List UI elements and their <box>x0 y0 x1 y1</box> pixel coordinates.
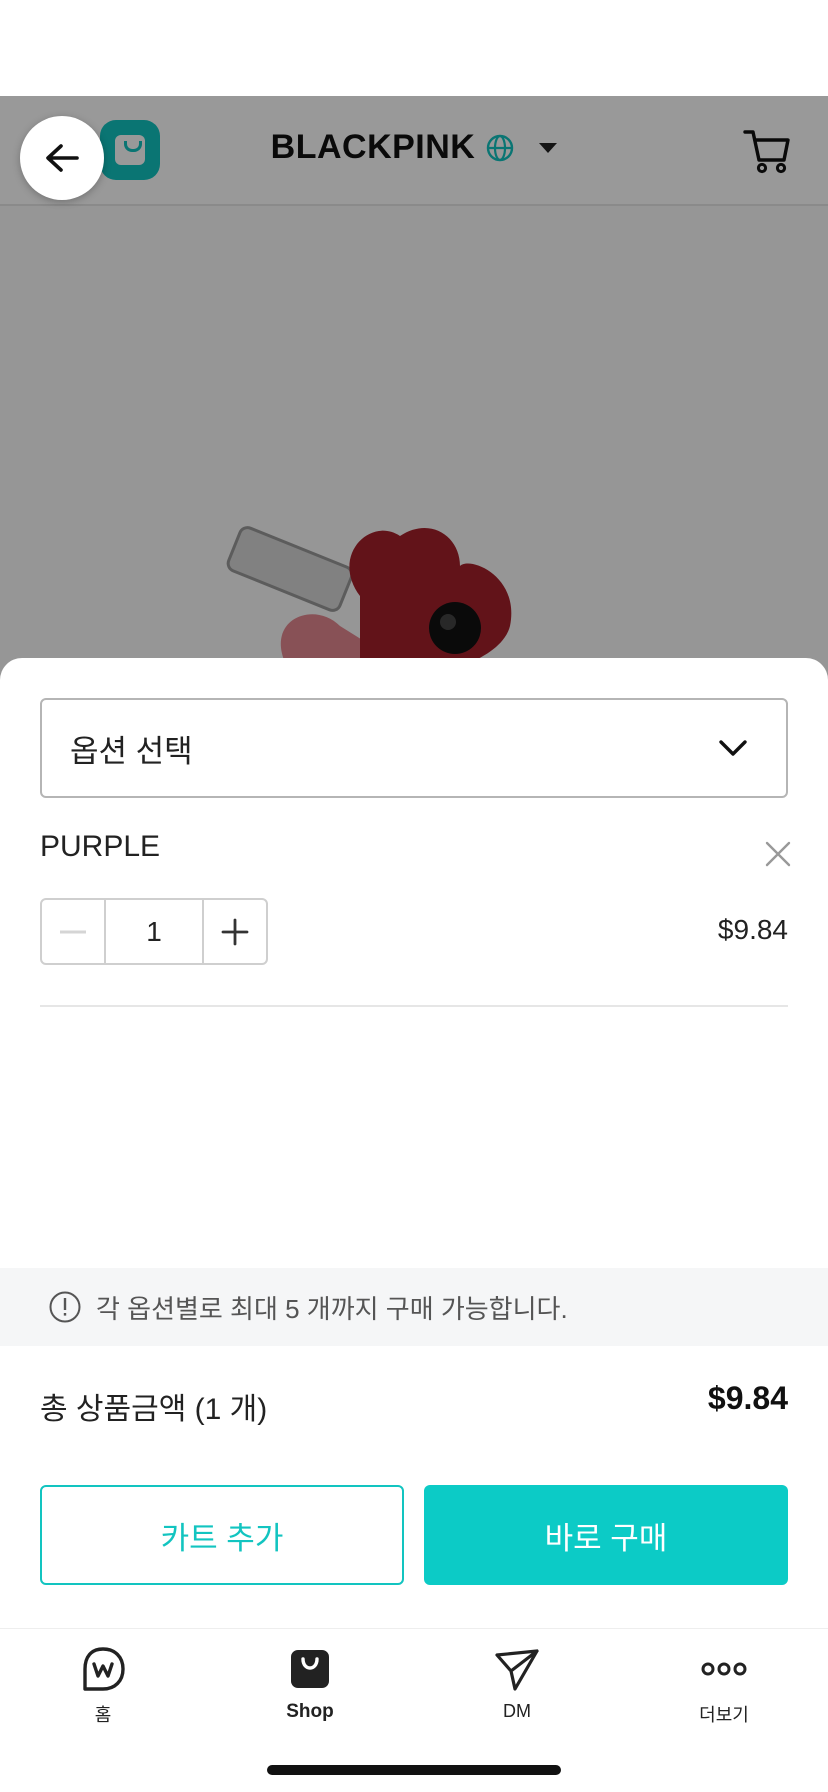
status-bar <box>0 0 828 96</box>
plus-icon <box>221 918 249 945</box>
option-select-label: 옵션 선택 <box>70 733 193 769</box>
tab-shop[interactable]: Shop <box>250 1645 370 1723</box>
total-row: 총 상품금액 (1 개) $9.84 <box>40 1378 788 1428</box>
tab-shop-label: Shop <box>286 1701 334 1722</box>
back-arrow-icon <box>46 144 79 172</box>
tab-more[interactable]: 더보기 <box>664 1645 784 1727</box>
decrease-quantity-button[interactable] <box>42 900 106 963</box>
add-to-cart-button[interactable]: 카트 추가 <box>40 1485 404 1585</box>
divider <box>40 1005 788 1007</box>
page: BLACKPINK 옵션 선택 PURPLE 1 $9.84 각 옵션별로 최대… <box>0 0 828 1792</box>
selected-option-name: PURPLE <box>40 830 161 863</box>
tab-home[interactable]: 홈 <box>43 1645 163 1727</box>
minus-icon <box>60 930 86 933</box>
quantity-value[interactable]: 1 <box>106 900 204 963</box>
paper-plane-icon <box>495 1649 539 1691</box>
chevron-down-icon <box>719 740 747 756</box>
back-button[interactable] <box>20 116 104 200</box>
more-dots-icon <box>701 1662 747 1676</box>
tab-more-label: 더보기 <box>699 1705 749 1725</box>
tab-home-label: 홈 <box>94 1705 112 1725</box>
buy-now-button[interactable]: 바로 구매 <box>424 1485 788 1585</box>
purchase-limit-notice: 각 옵션별로 최대 5 개까지 구매 가능합니다. <box>0 1268 828 1346</box>
home-indicator <box>267 1765 561 1775</box>
total-label: 총 상품금액 (1 개) <box>40 1393 268 1426</box>
option-select-dropdown[interactable]: 옵션 선택 <box>40 698 788 798</box>
tab-dm-label: DM <box>503 1701 531 1721</box>
purchase-limit-text: 각 옵션별로 최대 5 개까지 구매 가능합니다. <box>96 1293 568 1324</box>
info-icon <box>49 1291 81 1323</box>
quantity-stepper: 1 <box>40 898 268 965</box>
option-price: $9.84 <box>717 914 788 945</box>
weverse-home-icon <box>83 1647 125 1691</box>
increase-quantity-button[interactable] <box>204 900 266 963</box>
total-value: $9.84 <box>707 1380 788 1416</box>
option-bottom-sheet: 옵션 선택 PURPLE 1 $9.84 각 옵션별로 최대 5 개까지 구매 … <box>0 658 828 1792</box>
tab-dm[interactable]: DM <box>457 1645 577 1722</box>
shop-bag-icon <box>291 1650 329 1688</box>
close-icon[interactable] <box>764 840 792 868</box>
